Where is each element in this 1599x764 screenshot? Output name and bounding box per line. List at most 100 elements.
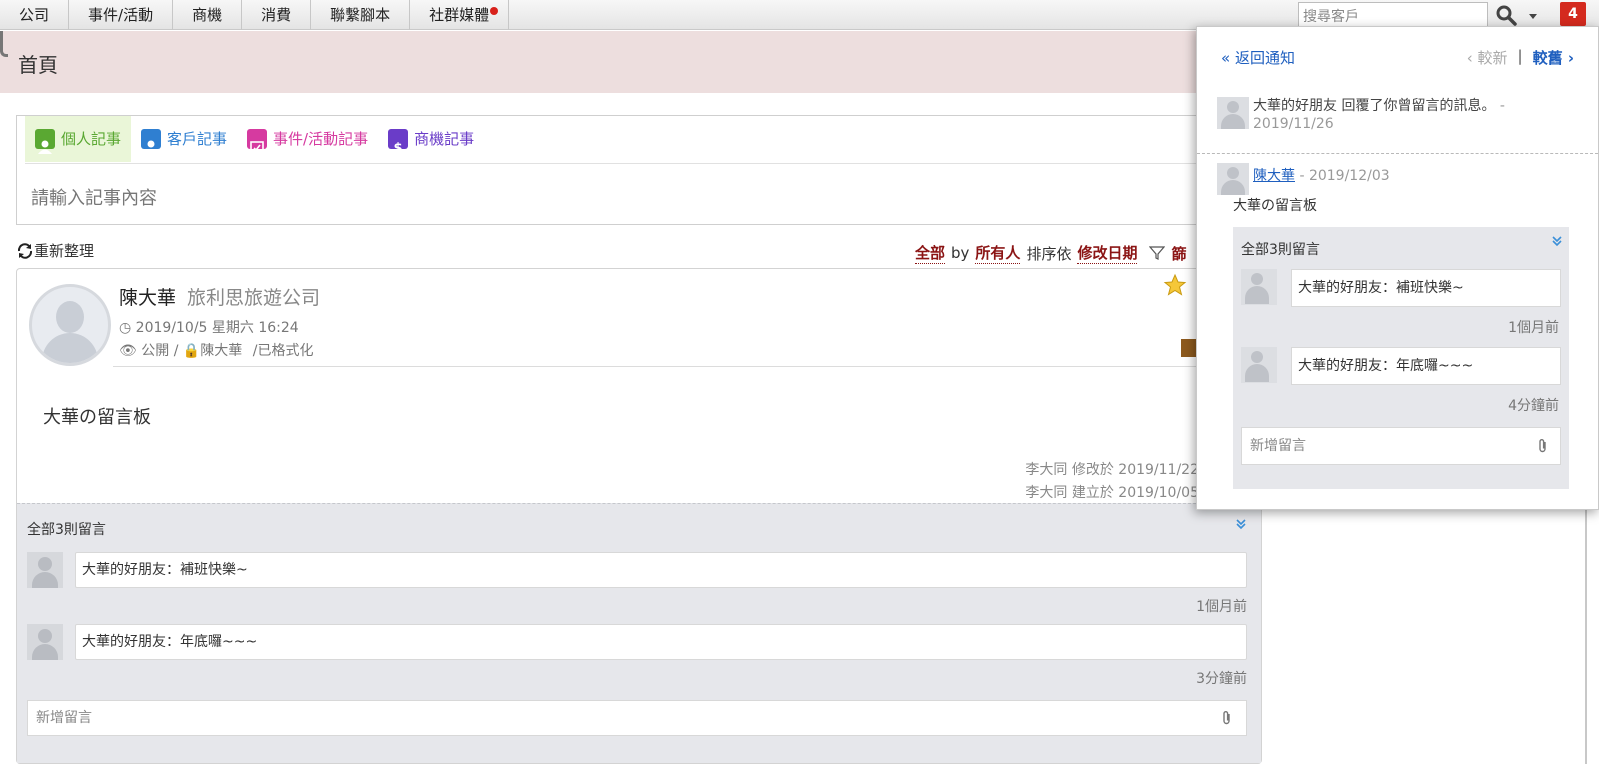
notification-text: 大華的好朋友 回覆了你曾留言的訊息。 bbox=[1253, 98, 1496, 114]
new-comment-input[interactable]: 新增留言 bbox=[27, 700, 1247, 736]
modified-info: 李大同 修改於 2019/11/22 bbox=[1025, 462, 1199, 478]
popover-new-comment-input[interactable]: 新增留言 bbox=[1241, 427, 1561, 465]
filter-button[interactable]: 篩 bbox=[1171, 243, 1186, 264]
popover-new-comment-placeholder: 新增留言 bbox=[1250, 438, 1306, 454]
nav-item-company[interactable]: 公司 bbox=[0, 0, 70, 30]
reorganize-button[interactable]: 重新整理 bbox=[16, 240, 94, 261]
star-icon[interactable] bbox=[1163, 273, 1187, 297]
popover-comment-item: 大華的好朋友：年底囉~~~ bbox=[1241, 347, 1561, 385]
person-icon bbox=[35, 129, 55, 154]
note-content-input[interactable]: 請輸入記事內容 bbox=[31, 184, 157, 210]
popover-comment-item: 大華的好朋友：補班快樂~ bbox=[1241, 269, 1561, 307]
nav-item-opportunities[interactable]: 商機 bbox=[173, 0, 243, 30]
post-datetime: ◷ 2019/10/5 星期六 16:24 bbox=[119, 317, 299, 337]
by-label: by bbox=[951, 244, 970, 262]
popover-comments-section: 全部3則留言 大華的好朋友：補班快樂~ 1個月前 大華的好朋友：年底囉~~~ 4… bbox=[1233, 227, 1569, 489]
post-body: 大華の留言板 bbox=[43, 407, 151, 428]
new-comment-placeholder: 新增留言 bbox=[36, 710, 92, 726]
created-info: 李大同 建立於 2019/10/05 bbox=[1025, 485, 1199, 501]
nav-item-consumption[interactable]: 消費 bbox=[242, 0, 312, 30]
post-datetime-text: 2019/10/5 星期六 16:24 bbox=[135, 320, 299, 336]
notification-message[interactable]: 大華的好朋友 回覆了你曾留言的訊息。 - 2019/11/26 bbox=[1253, 97, 1583, 133]
note-composer: 個人記事 客戶記事 事件/活動記事 $ 商機記事 請輸入記事內容 bbox=[16, 115, 1256, 225]
paperclip-icon[interactable] bbox=[1536, 438, 1550, 454]
newer-link[interactable]: ‹ 較新 bbox=[1467, 47, 1508, 68]
comment-time: 3分鐘前 bbox=[1196, 671, 1247, 687]
popover-comment-time: 4分鐘前 bbox=[1508, 398, 1559, 414]
tab-event-note[interactable]: 事件/活動記事 bbox=[237, 116, 378, 162]
comments-section: 全部3則留言 大華的好朋友：補班快樂~ 1個月前 大華的好朋友：年底囉~~~ 3… bbox=[17, 503, 1261, 763]
comment-text: 大華的好朋友：年底囉~~~ bbox=[75, 624, 1247, 660]
composer-divider bbox=[25, 163, 1247, 164]
tab-opportunity-note-label: 商機記事 bbox=[414, 130, 475, 148]
author-date: - 2019/12/03 bbox=[1299, 168, 1390, 184]
author-company[interactable]: 旅利思旅遊公司 bbox=[187, 283, 320, 310]
comment-avatar[interactable] bbox=[1241, 269, 1277, 305]
calendar-icon bbox=[247, 129, 268, 154]
notification-badge[interactable]: 4 bbox=[1560, 2, 1586, 26]
older-link[interactable]: 較舊 › bbox=[1533, 47, 1574, 68]
clock-icon: ◷ bbox=[119, 320, 132, 336]
owner-label: 陳大華 bbox=[200, 343, 243, 359]
popover-comment-text: 大華的好朋友：補班快樂~ bbox=[1291, 269, 1561, 307]
filter-icon[interactable] bbox=[1149, 245, 1166, 261]
avatar[interactable] bbox=[29, 284, 111, 366]
notification-pager: ‹ 較新 | 較舊 › bbox=[1467, 47, 1574, 68]
customer-icon bbox=[141, 129, 162, 154]
nav-item-events[interactable]: 事件/活動 bbox=[69, 0, 174, 30]
author-name[interactable]: 陳大華 bbox=[119, 283, 176, 310]
author-link[interactable]: 陳大華 bbox=[1253, 168, 1295, 184]
tab-personal-note-label: 個人記事 bbox=[61, 130, 122, 148]
svg-text:$: $ bbox=[394, 141, 403, 156]
tab-personal-note[interactable]: 個人記事 bbox=[25, 116, 132, 162]
nav-item-social-media[interactable]: 社群媒體 bbox=[410, 0, 510, 30]
visibility-label: 公開 bbox=[141, 343, 170, 359]
popover-comment-text: 大華的好朋友：年底囉~~~ bbox=[1291, 347, 1561, 385]
post-history: 李大同 修改於 2019/11/22 李大同 建立於 2019/10/05 bbox=[1025, 459, 1199, 505]
avatar[interactable] bbox=[1217, 97, 1249, 129]
feed-filters: 全部 by 所有人 排序依 修改日期 篩 bbox=[915, 242, 1186, 264]
popover-divider bbox=[1197, 153, 1598, 154]
comment-item: 大華的好朋友：補班快樂~ bbox=[27, 552, 1247, 588]
lock-icon: 🔒 bbox=[182, 343, 201, 359]
filter-all[interactable]: 全部 bbox=[915, 242, 946, 264]
comment-text: 大華的好朋友：補班快樂~ bbox=[75, 552, 1247, 588]
sort-label: 排序依 bbox=[1026, 244, 1072, 263]
back-to-notifications-link[interactable]: « 返回通知 bbox=[1221, 47, 1295, 68]
dollar-icon: $ bbox=[388, 129, 409, 156]
meta-divider bbox=[113, 366, 1201, 367]
main-menu: 公司 事件/活動 商機 消費 聯繫腳本 社群媒體 bbox=[0, 0, 510, 30]
tab-opportunity-note[interactable]: $ 商機記事 bbox=[378, 116, 484, 162]
popover-comments-title[interactable]: 全部3則留言 bbox=[1241, 239, 1320, 259]
chevron-down-icon[interactable] bbox=[1527, 10, 1539, 22]
comments-title[interactable]: 全部3則留言 bbox=[27, 519, 106, 539]
format-label: /已格式化 bbox=[252, 343, 314, 359]
expand-icon[interactable] bbox=[1235, 518, 1247, 530]
pager-separator: | bbox=[1517, 47, 1523, 65]
clip-icon bbox=[0, 31, 8, 57]
nav-item-scripts[interactable]: 聯繫腳本 bbox=[311, 0, 411, 30]
tab-event-note-label: 事件/活動記事 bbox=[273, 130, 369, 148]
note-card: 陳大華 旅利思旅遊公司 ◷ 2019/10/5 星期六 16:24 👁 公開 /… bbox=[16, 268, 1262, 764]
comment-avatar[interactable] bbox=[27, 552, 63, 588]
comment-avatar[interactable] bbox=[1241, 347, 1277, 383]
meta-separator: / bbox=[173, 343, 183, 359]
tag-icon[interactable] bbox=[1181, 339, 1197, 357]
tab-customer-note[interactable]: 客戶記事 bbox=[131, 116, 237, 162]
search-icon[interactable] bbox=[1494, 3, 1518, 27]
refresh-icon bbox=[17, 242, 33, 259]
expand-icon[interactable] bbox=[1551, 235, 1563, 247]
popover-post-body: 大華の留言板 bbox=[1233, 198, 1317, 214]
nav-item-social-media-label: 社群媒體 bbox=[429, 6, 490, 24]
comment-avatar[interactable] bbox=[27, 624, 63, 660]
customer-search-input[interactable]: 搜尋客戶 bbox=[1298, 2, 1488, 28]
notification-popover: « 返回通知 ‹ 較新 | 較舊 › 大華的好朋友 回覆了你曾留言的訊息。 - … bbox=[1196, 26, 1599, 510]
avatar[interactable] bbox=[1217, 163, 1249, 195]
filter-owner[interactable]: 所有人 bbox=[975, 242, 1021, 264]
popover-comment-time: 1個月前 bbox=[1508, 320, 1559, 336]
reorganize-label: 重新整理 bbox=[34, 242, 95, 260]
page-title: 首頁 bbox=[18, 53, 58, 77]
note-type-tabs: 個人記事 客戶記事 事件/活動記事 $ 商機記事 bbox=[25, 116, 484, 164]
paperclip-icon[interactable] bbox=[1220, 710, 1234, 726]
sort-field[interactable]: 修改日期 bbox=[1077, 242, 1138, 264]
